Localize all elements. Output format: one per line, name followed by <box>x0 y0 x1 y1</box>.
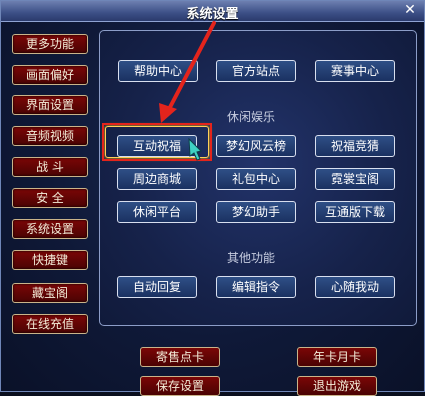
mouse-cursor-icon <box>188 137 202 161</box>
system-settings-window: 系统设置 ✕ 更多功能 画面偏好 界面设置 音频视频 战 斗 安 全 系统设置 … <box>0 0 425 396</box>
